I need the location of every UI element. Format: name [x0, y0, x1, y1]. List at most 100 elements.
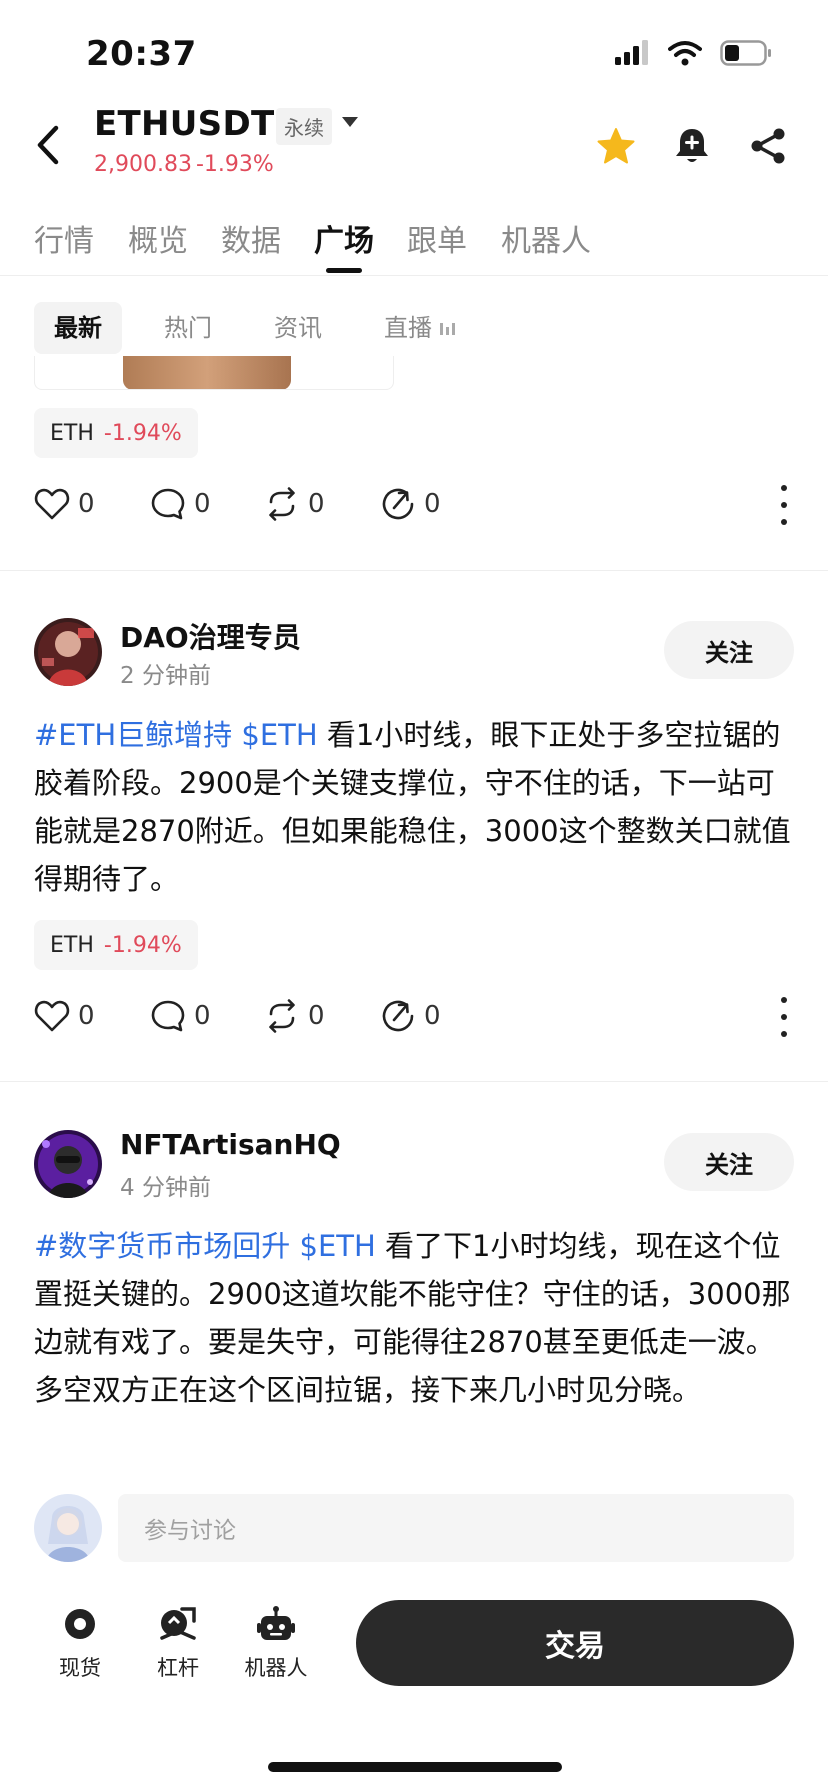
- author-name[interactable]: NFTArtisanHQ: [120, 1128, 341, 1161]
- back-button[interactable]: [28, 122, 68, 168]
- caret-down-icon[interactable]: [340, 114, 360, 130]
- avatar[interactable]: [34, 618, 102, 686]
- status-bar: 20:37: [0, 0, 828, 100]
- token-symbol: ETH: [50, 420, 94, 446]
- favorite-button[interactable]: [594, 124, 638, 168]
- post-body[interactable]: #ETH巨鲸增持 $ETH 看1小时线，眼下正处于多空拉锯的胶着阶段。2900是…: [34, 711, 794, 903]
- comment-count: 0: [194, 1001, 211, 1031]
- bot-button[interactable]: 机器人: [236, 1604, 316, 1682]
- comment-button[interactable]: 0: [150, 481, 211, 527]
- post-image[interactable]: [34, 356, 394, 390]
- price-change: -1.93%: [195, 152, 274, 177]
- spot-label: 现货: [59, 1656, 101, 1680]
- subtab-news[interactable]: 资讯: [254, 302, 342, 354]
- repost-button[interactable]: 0: [264, 993, 325, 1039]
- like-count: 0: [78, 489, 95, 519]
- share-button[interactable]: [746, 124, 790, 168]
- token-chip[interactable]: ETH -1.94%: [34, 408, 198, 458]
- post-divider: [0, 1081, 828, 1082]
- bot-label: 机器人: [244, 1656, 308, 1680]
- share-arrow-icon: [382, 1000, 414, 1032]
- post-actions: 0 0 0 0: [34, 481, 794, 527]
- battery-icon: [720, 40, 771, 66]
- hashtag-link[interactable]: #数字货币市场回升: [34, 1229, 290, 1263]
- tab-data[interactable]: 数据: [221, 216, 281, 260]
- main-tabs: 行情 概览 数据 广场 跟单 机器人: [0, 206, 828, 276]
- like-button[interactable]: 0: [34, 993, 95, 1039]
- follow-button[interactable]: 关注: [664, 1133, 794, 1191]
- cashtag-link[interactable]: $ETH: [241, 718, 317, 752]
- repost-icon: [269, 999, 295, 1033]
- repost-count: 0: [308, 489, 325, 519]
- repost-button[interactable]: 0: [264, 481, 325, 527]
- share-arrow-icon: [382, 488, 414, 520]
- post-time: 4 分钟前: [120, 1175, 211, 1201]
- author-name[interactable]: DAO治理专员: [120, 616, 301, 656]
- avatar-image: [34, 1494, 102, 1562]
- subtab-live-label: 直播: [384, 314, 432, 342]
- share-count: 0: [424, 489, 441, 519]
- comment-icon: [151, 1000, 185, 1032]
- subtab-latest[interactable]: 最新: [34, 302, 122, 354]
- tab-overview[interactable]: 概览: [128, 216, 188, 260]
- star-icon: [597, 128, 635, 164]
- like-button[interactable]: 0: [34, 481, 95, 527]
- tab-copy-trading[interactable]: 跟单: [407, 216, 467, 260]
- token-change: -1.94%: [103, 420, 182, 446]
- comment-input[interactable]: 参与讨论: [118, 1494, 794, 1562]
- token-change: -1.94%: [103, 932, 182, 958]
- status-time: 20:37: [86, 34, 197, 74]
- avatar[interactable]: [34, 1130, 102, 1198]
- my-avatar: [34, 1494, 102, 1562]
- spot-button[interactable]: 现货: [40, 1604, 120, 1682]
- post-body[interactable]: #数字货币市场回升 $ETH 看了下1小时均线，现在这个位置挺关键的。2900这…: [34, 1222, 794, 1414]
- like-count: 0: [78, 1001, 95, 1031]
- wifi-icon: [668, 41, 702, 66]
- avatar-image: [34, 1130, 102, 1198]
- contract-type-badge[interactable]: 永续: [276, 108, 332, 145]
- hashtag-link[interactable]: #ETH巨鲸增持: [34, 718, 232, 752]
- bell-plus-icon: [676, 129, 708, 162]
- trade-button[interactable]: 交易: [356, 1600, 794, 1686]
- comment-icon: [151, 488, 185, 520]
- price-alert-button[interactable]: [670, 124, 714, 168]
- subtab-live[interactable]: 直播: [364, 302, 475, 354]
- post-divider: [0, 570, 828, 571]
- margin-icon: [160, 1607, 196, 1640]
- chevron-left-icon: [37, 125, 59, 165]
- tab-bots[interactable]: 机器人: [501, 216, 591, 260]
- repost-icon: [269, 487, 295, 521]
- spot-icon: [65, 1607, 97, 1639]
- share-count: 0: [424, 1001, 441, 1031]
- subtab-hot[interactable]: 热门: [144, 302, 232, 354]
- more-options-button[interactable]: [774, 997, 794, 1037]
- feed-subtabs: 最新 热门 资讯 直播: [34, 300, 497, 356]
- margin-label: 杠杆: [157, 1656, 199, 1680]
- comment-count: 0: [194, 489, 211, 519]
- tab-market[interactable]: 行情: [34, 216, 94, 260]
- comment-button[interactable]: 0: [150, 993, 211, 1039]
- share-icon: [751, 128, 785, 164]
- heart-icon: [34, 488, 70, 520]
- live-bars-icon: [440, 321, 455, 335]
- share-post-button[interactable]: 0: [380, 481, 441, 527]
- cashtag-link[interactable]: $ETH: [300, 1229, 376, 1263]
- market-header: ETHUSDT 永续 2,900.83 -1.93%: [0, 100, 828, 190]
- repost-count: 0: [308, 1001, 325, 1031]
- heart-icon: [34, 1000, 70, 1032]
- token-symbol: ETH: [50, 932, 94, 958]
- tab-square[interactable]: 广场: [314, 216, 374, 260]
- token-chip[interactable]: ETH -1.94%: [34, 920, 198, 970]
- more-options-button[interactable]: [774, 485, 794, 525]
- home-indicator: [268, 1762, 562, 1772]
- follow-button[interactable]: 关注: [664, 621, 794, 679]
- status-icons: [614, 40, 772, 66]
- post-actions: 0 0 0 0: [34, 993, 794, 1039]
- symbol-title[interactable]: ETHUSDT: [94, 104, 274, 144]
- last-price: 2,900.83: [94, 152, 192, 177]
- margin-button[interactable]: 杠杆: [138, 1604, 218, 1682]
- cellular-signal-icon: [615, 40, 648, 65]
- price-line: 2,900.83 -1.93%: [94, 152, 274, 177]
- share-post-button[interactable]: 0: [380, 993, 441, 1039]
- robot-icon: [257, 1606, 295, 1640]
